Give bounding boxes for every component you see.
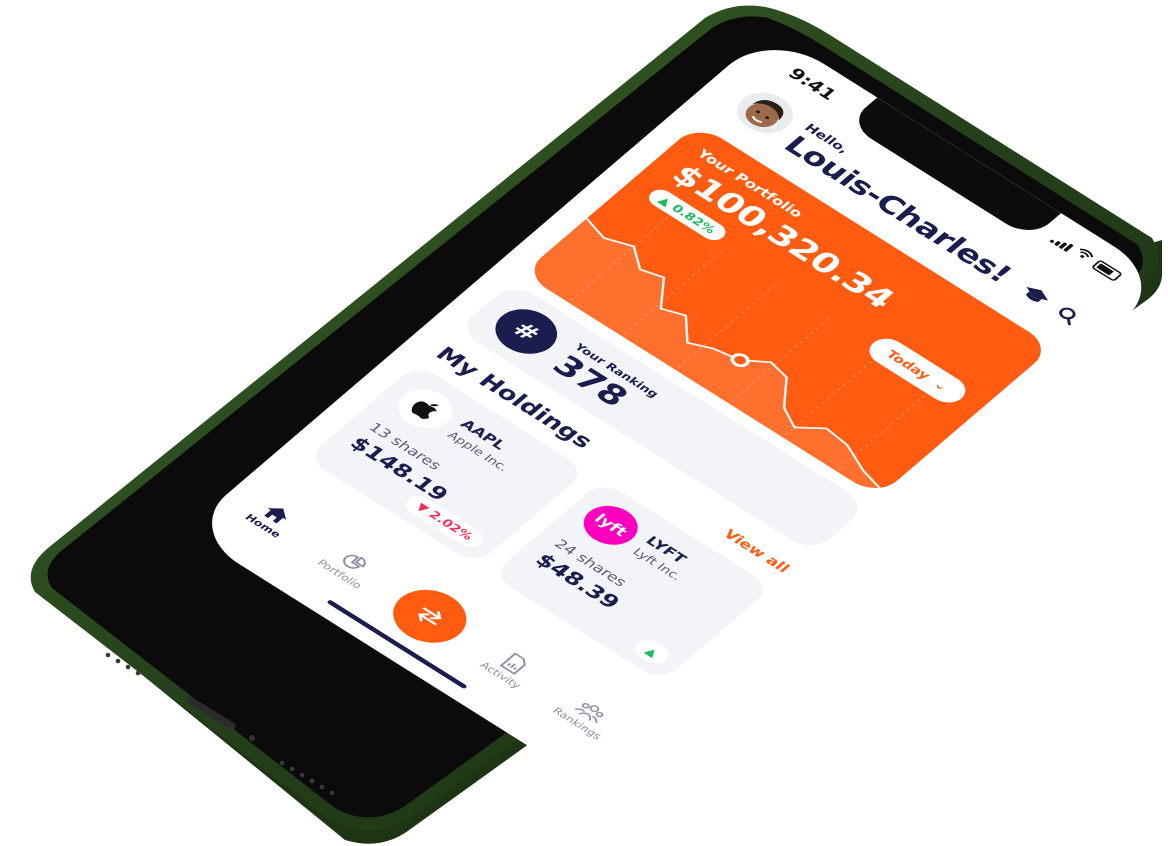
product-render: 9:41 Hello, Louis-Charles! Your Portfoli…: [0, 0, 1168, 846]
tab-rankings[interactable]: Rankings: [538, 681, 636, 749]
tab-portfolio[interactable]: Portfolio: [300, 532, 398, 600]
wifi-icon: [1072, 246, 1097, 264]
screw: [165, 685, 171, 691]
apple-logo-icon: [387, 381, 464, 437]
status-time: 9:41: [783, 65, 841, 104]
swap-arrows-icon: [418, 607, 442, 626]
search-icon[interactable]: [1045, 299, 1091, 332]
lyft-logo-icon: lyft: [572, 497, 649, 553]
avatar[interactable]: [725, 84, 805, 142]
memoji-avatar-icon: [745, 99, 784, 128]
signal-icon: [1049, 235, 1074, 252]
holding-change-badge: ▲: [630, 636, 674, 668]
screw: [249, 735, 255, 741]
arrow-up-icon: ▲: [642, 644, 662, 660]
holding-change-badge: ▼ 2.02%: [400, 492, 489, 551]
battery-icon: [1090, 259, 1124, 282]
tab-activity[interactable]: Activity: [461, 633, 559, 701]
graduation-cap-icon[interactable]: [1013, 279, 1059, 312]
hashtag-icon: #: [483, 300, 570, 363]
tab-home[interactable]: Home: [224, 484, 322, 552]
holding-change-value: 2.02%: [425, 508, 477, 543]
